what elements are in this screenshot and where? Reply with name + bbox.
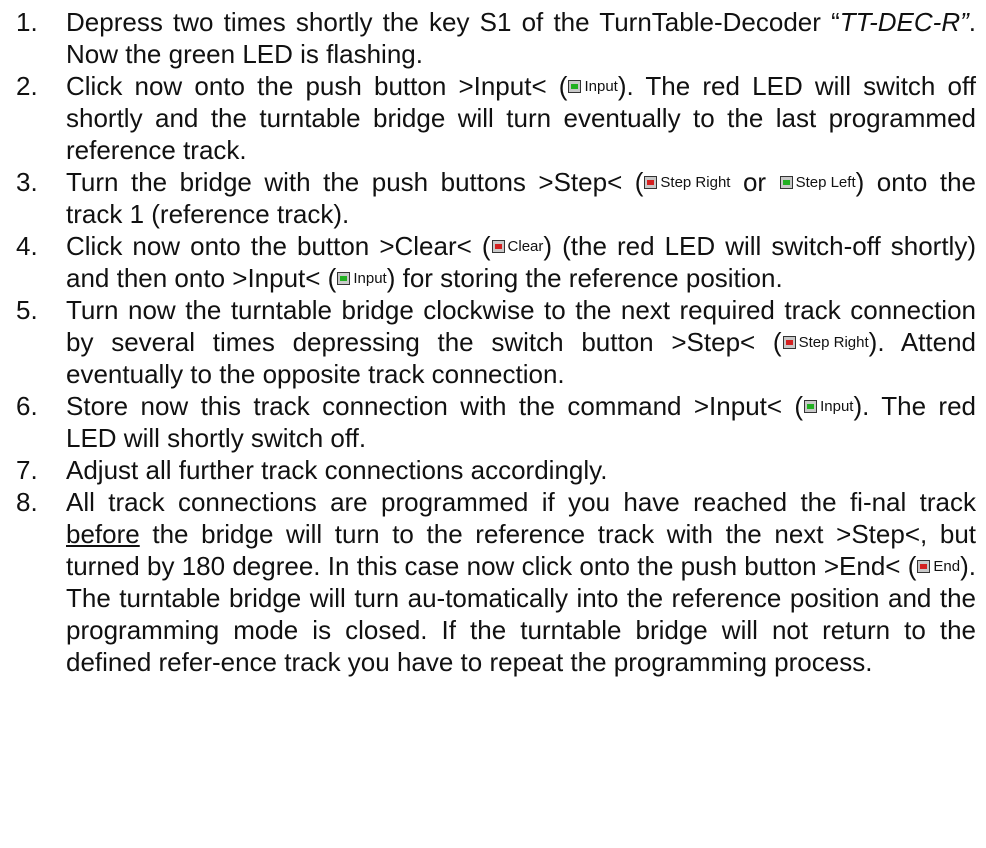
step-3: 3. Turn the bridge with the push buttons…: [16, 166, 976, 230]
step-text: or: [730, 167, 779, 197]
button-label: End: [933, 557, 961, 575]
input-button-image: Input: [803, 397, 854, 415]
step-text: All track connections are programmed if …: [66, 487, 976, 517]
green-led-icon: [804, 400, 818, 413]
step-left-button-image: Step Left: [779, 173, 856, 191]
button-label: Input: [584, 77, 618, 95]
red-led-icon: [491, 240, 505, 253]
step-2: 2. Click now onto the push button >Input…: [16, 70, 976, 166]
clear-button-image: Clear: [491, 237, 544, 255]
step-text: Depress two times shortly the key S1 of …: [66, 7, 840, 37]
decoder-name: TT-DEC-R”: [839, 7, 969, 37]
step-text: Click now onto the push button >Input< (: [66, 71, 568, 101]
green-led-icon: [568, 80, 582, 93]
step-6: 6. Store now this track connection with …: [16, 390, 976, 454]
input-button-image: Input: [336, 269, 387, 287]
step-text: Store now this track connection with the…: [66, 391, 804, 421]
step-number: 5.: [16, 295, 38, 325]
step-text: Adjust all further track connections acc…: [66, 455, 608, 485]
red-led-icon: [917, 560, 931, 573]
emphasis-before: before: [66, 519, 140, 549]
step-number: 4.: [16, 231, 38, 261]
step-right-button-image: Step Right: [782, 333, 869, 351]
step-text: the bridge will turn to the reference tr…: [66, 519, 976, 581]
programming-steps-list: 1. Depress two times shortly the key S1 …: [16, 0, 976, 678]
step-text: Click now onto the button >Clear< (: [66, 231, 491, 261]
instruction-document: 1. Depress two times shortly the key S1 …: [0, 0, 986, 848]
button-label: Clear: [507, 237, 544, 255]
step-5: 5. Turn now the turntable bridge clockwi…: [16, 294, 976, 390]
button-label: Step Left: [795, 173, 856, 191]
step-7: 7. Adjust all further track connections …: [16, 454, 976, 486]
step-4: 4. Click now onto the button >Clear< ( Cl…: [16, 230, 976, 294]
step-number: 1.: [16, 7, 38, 37]
input-button-image: Input: [567, 77, 618, 95]
end-button-image: End: [916, 557, 961, 575]
red-led-icon: [644, 176, 658, 189]
step-right-button-image: Step Right: [643, 173, 731, 191]
step-number: 3.: [16, 167, 38, 197]
step-text: Turn the bridge with the push buttons >S…: [66, 167, 644, 197]
step-number: 8.: [16, 487, 38, 517]
step-text: ) for storing the reference position.: [386, 263, 783, 293]
step-number: 7.: [16, 455, 38, 485]
step-8: 8. All track connections are programmed …: [16, 486, 976, 678]
green-led-icon: [337, 272, 351, 285]
step-1: 1. Depress two times shortly the key S1 …: [16, 6, 976, 70]
red-led-icon: [782, 336, 796, 349]
button-label: Input: [353, 269, 387, 287]
step-number: 6.: [16, 391, 38, 421]
button-label: Step Right: [660, 173, 731, 191]
button-label: Step Right: [798, 333, 869, 351]
button-label: Input: [820, 397, 854, 415]
step-number: 2.: [16, 71, 38, 101]
green-led-icon: [779, 176, 793, 189]
